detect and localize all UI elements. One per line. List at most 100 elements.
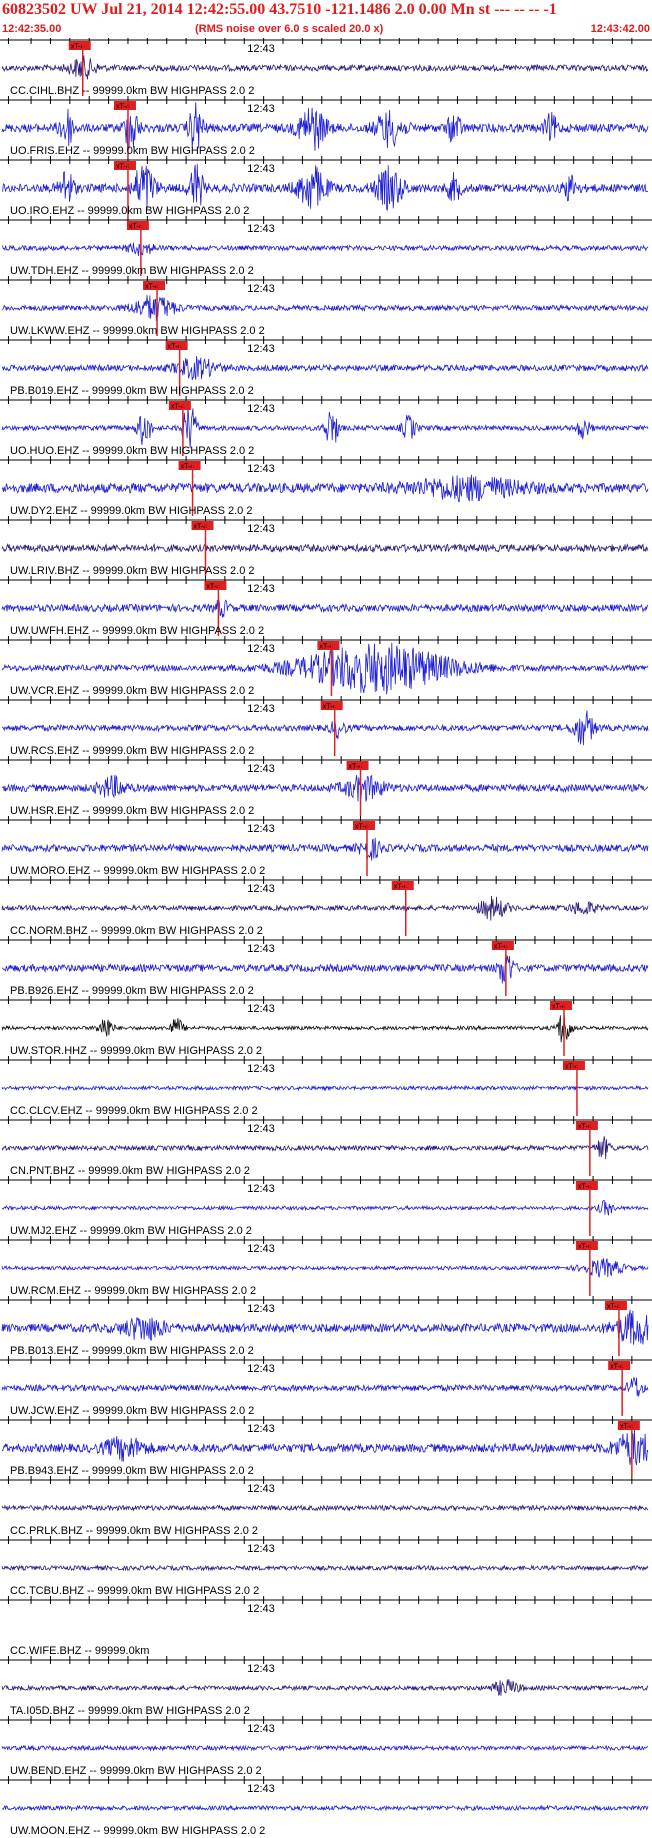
tick-label: 12:43 bbox=[247, 583, 275, 595]
waveform-line bbox=[1, 1679, 649, 1697]
waveform-line bbox=[1, 406, 649, 449]
event-title: 60823502 UW Jul 21, 2014 12:42:55.00 43.… bbox=[2, 1, 557, 18]
trace-row: 12:43 xT-4PB.B943.EHZ -- 99999.0km BW HIG… bbox=[0, 1416, 652, 1477]
tick-label: 12:43 bbox=[247, 1003, 275, 1015]
trace-row: 12:43 xT-4UW.VCR.EHZ -- 99999.0km BW HIGH… bbox=[0, 636, 652, 697]
tick-label: 12:43 bbox=[247, 823, 275, 835]
end-time: 12:43:42.00 bbox=[590, 23, 650, 35]
waveform-line bbox=[1, 1564, 649, 1572]
station-label: UO.IRO.EHZ -- 99999.0km BW HIGHPASS 2.0 … bbox=[10, 205, 249, 217]
trace-row: 12:43xT-4UO.HUO.EHZ -- 99999.0km BW HIGH… bbox=[0, 396, 652, 457]
tick-label: 12:43 bbox=[247, 703, 275, 715]
station-label: UO.FRIS.EHZ -- 99999.0km BW HIGHPASS 2.0… bbox=[10, 145, 255, 157]
tick-label: 12:43 bbox=[247, 883, 275, 895]
station-label: CC.NORM.BHZ -- 99999.0km BW HIGHPASS 2.0… bbox=[10, 925, 263, 937]
tick-label: 12:43 bbox=[247, 1603, 275, 1615]
trace-row: 12:43 xT-4UW.MORO.EHZ -- 99999.0km BW HIG… bbox=[0, 816, 652, 877]
tick-label: 12:43 bbox=[247, 1363, 275, 1375]
station-label: TA.I05D.BHZ -- 99999.0km BW HIGHPASS 2.0… bbox=[10, 1705, 250, 1717]
waveform-line bbox=[1, 542, 649, 553]
station-label: UW.BEND.EHZ -- 99999.0km BW HIGHPASS 2.0… bbox=[10, 1765, 262, 1777]
station-label: CC.TCBU.BHZ -- 99999.0km BW HIGHPASS 2.0… bbox=[10, 1585, 259, 1597]
scale-note: (RMS noise over 6.0 s scaled 20.0 x) bbox=[195, 23, 384, 35]
station-label: UW.JCW.EHZ -- 99999.0km BW HIGHPASS 2.0 … bbox=[10, 1405, 254, 1417]
station-label: CC.WIFE.BHZ -- 99999.0km bbox=[10, 1645, 149, 1657]
trace-row: 12:43xT-4UW.TDH.EHZ -- 99999.0km BW HIGH… bbox=[0, 216, 652, 277]
tick-label: 12:43 bbox=[247, 1423, 275, 1435]
station-label: UW.MOON.EHZ -- 99999.0km BW HIGHPASS 2.0… bbox=[10, 1825, 265, 1837]
trace-row: 12:43 xT-4UW.HSR.EHZ -- 99999.0km BW HIGH… bbox=[0, 756, 652, 817]
station-label: UW.STOR.HHZ -- 99999.0km BW HIGHPASS 2.0… bbox=[10, 1045, 262, 1057]
trace-row: 12:43 xT-4PB.B013.EHZ -- 99999.0km BW HIG… bbox=[0, 1296, 652, 1357]
trace-row: 12:43 xT-4UW.JCW.EHZ -- 99999.0km BW HIGH… bbox=[0, 1356, 652, 1417]
tick-label: 12:43 bbox=[247, 1183, 275, 1195]
waveform-line bbox=[1, 895, 649, 921]
waveform-line bbox=[1, 1084, 649, 1092]
station-label: PB.B943.EHZ -- 99999.0km BW HIGHPASS 2.0… bbox=[10, 1465, 254, 1477]
station-label: UW.MORO.EHZ -- 99999.0km BW HIGHPASS 2.0… bbox=[10, 865, 265, 877]
waveform-line bbox=[1, 1504, 649, 1512]
tick-label: 12:43 bbox=[247, 1243, 275, 1255]
tick-label: 12:43 bbox=[247, 1543, 275, 1555]
waveform-line bbox=[1, 1136, 649, 1160]
station-label: UW.RCS.EHZ -- 99999.0km BW HIGHPASS 2.0 … bbox=[10, 745, 254, 757]
tick-label: 12:43 bbox=[247, 1783, 275, 1795]
trace-row: 12:43 xT-4UW.MJ2.EHZ -- 99999.0km BW HIGH… bbox=[0, 1176, 652, 1237]
station-label: UW.DY2.EHZ -- 99999.0km BW HIGHPASS 2.0 … bbox=[10, 505, 252, 517]
waveform-line bbox=[1, 837, 649, 861]
trace-row: 12:43xT-4UW.LRIV.BHZ -- 99999.0km BW HIG… bbox=[0, 516, 652, 577]
trace-row: 12:43 xT-4PB.B926.EHZ -- 99999.0km BW HIG… bbox=[0, 936, 652, 997]
station-label: UW.LRIV.BHZ -- 99999.0km BW HIGHPASS 2.0… bbox=[10, 565, 255, 577]
trace-row: 12:43 xT-4UW.STOR.HHZ -- 99999.0km BW HIG… bbox=[0, 996, 652, 1057]
tick-label: 12:43 bbox=[247, 523, 275, 535]
tick-label: 12:43 bbox=[247, 1723, 275, 1735]
station-label: UW.HSR.EHZ -- 99999.0km BW HIGHPASS 2.0 … bbox=[10, 805, 254, 817]
tick-label: 12:43 bbox=[247, 103, 275, 115]
trace-row: 12:43 UW.MOON.EHZ -- 99999.0km BW HIGHPAS… bbox=[0, 1776, 652, 1837]
station-label: PB.B926.EHZ -- 99999.0km BW HIGHPASS 2.0… bbox=[10, 985, 254, 997]
trace-row: 12:43 TA.I05D.BHZ -- 99999.0km BW HIGHPAS… bbox=[0, 1656, 652, 1717]
waveform-line bbox=[1, 163, 649, 211]
trace-row: 12:43xT-4CC.CIHL.BHZ -- 99999.0km BW HIG… bbox=[0, 38, 652, 97]
station-label: UW.VCR.EHZ -- 99999.0km BW HIGHPASS 2.0 … bbox=[10, 685, 254, 697]
tick-label: 12:43 bbox=[247, 283, 275, 295]
tick-label: 12:43 bbox=[247, 1663, 275, 1675]
waveform-line bbox=[1, 1309, 649, 1345]
seismogram-plot: 12:43xT-4CC.CIHL.BHZ -- 99999.0km BW HIG… bbox=[0, 38, 652, 1837]
waveform-line bbox=[1, 1377, 649, 1397]
waveform-line bbox=[1, 599, 649, 618]
station-label: CC.CLCV.EHZ -- 99999.0km BW HIGHPASS 2.0… bbox=[10, 1105, 258, 1117]
tick-label: 12:43 bbox=[247, 463, 275, 475]
trace-row: 12:43 xT-4UW.RCM.EHZ -- 99999.0km BW HIGH… bbox=[0, 1236, 652, 1297]
waveform-line bbox=[1, 710, 649, 746]
tick-label: 12:43 bbox=[247, 763, 275, 775]
station-label: UW.LKWW.EHZ -- 99999.0km BW HIGHPASS 2.0… bbox=[10, 325, 265, 337]
start-time: 12:42:35.00 bbox=[2, 23, 62, 35]
waveform-line bbox=[1, 1428, 649, 1466]
plot-header: 60823502 UW Jul 21, 2014 12:42:55.00 43.… bbox=[0, 0, 652, 40]
tick-label: 12:43 bbox=[247, 943, 275, 955]
trace-row: 12:43xT-4UO.IRO.EHZ -- 99999.0km BW HIGH… bbox=[0, 156, 652, 217]
station-label: UW.TDH.EHZ -- 99999.0km BW HIGHPASS 2.0 … bbox=[10, 265, 254, 277]
trace-row: 12:43xT-4UW.LKWW.EHZ -- 99999.0km BW HIG… bbox=[0, 276, 652, 337]
trace-row: 12:43 UW.BEND.EHZ -- 99999.0km BW HIGHPAS… bbox=[0, 1716, 652, 1777]
station-label: CC.PRLK.BHZ -- 99999.0km BW HIGHPASS 2.0… bbox=[10, 1525, 258, 1537]
trace-row: 12:43xT-4UW.UWFH.EHZ -- 99999.0km BW HIG… bbox=[0, 576, 652, 637]
waveform-line bbox=[1, 1258, 649, 1278]
tick-label: 12:43 bbox=[247, 43, 275, 55]
tick-label: 12:43 bbox=[247, 1303, 275, 1315]
tick-label: 12:43 bbox=[247, 403, 275, 415]
tick-label: 12:43 bbox=[247, 343, 275, 355]
tick-label: 12:43 bbox=[247, 163, 275, 175]
trace-row: 12:43 CC.PRLK.BHZ -- 99999.0km BW HIGHPAS… bbox=[0, 1476, 652, 1537]
station-label: UW.MJ2.EHZ -- 99999.0km BW HIGHPASS 2.0 … bbox=[10, 1225, 252, 1237]
trace-row: 12:43xT-4UW.DY2.EHZ -- 99999.0km BW HIGH… bbox=[0, 456, 652, 517]
waveform-line bbox=[1, 295, 649, 321]
station-label: UO.HUO.EHZ -- 99999.0km BW HIGHPASS 2.0 … bbox=[10, 445, 254, 457]
trace-row: 12:43xT-4UO.FRIS.EHZ -- 99999.0km BW HIG… bbox=[0, 96, 652, 157]
station-label: PB.B013.EHZ -- 99999.0km BW HIGHPASS 2.0… bbox=[10, 1345, 254, 1357]
station-label: PB.B019.EHZ -- 99999.0km BW HIGHPASS 2.0… bbox=[10, 385, 254, 397]
waveform-line bbox=[1, 774, 649, 802]
trace-row: 12:43 xT-4CN.PNT.BHZ -- 99999.0km BW HIGH… bbox=[0, 1116, 652, 1177]
trace-row: 12:43 xT-4CC.NORM.BHZ -- 99999.0km BW HIG… bbox=[0, 876, 652, 937]
